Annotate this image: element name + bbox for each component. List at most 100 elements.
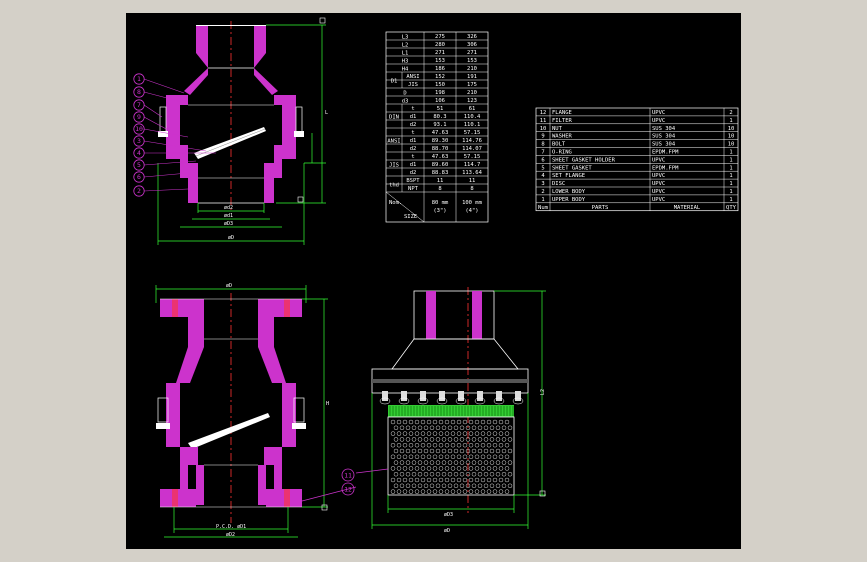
parts-cell: 7: [541, 150, 544, 156]
dim-table-subparam: BSPT: [406, 178, 420, 184]
dim-table-subparam: t: [411, 106, 414, 112]
parts-cell: 1: [729, 189, 732, 195]
parts-cell: UPVC: [652, 173, 665, 179]
dim-table-value: 57.15: [464, 154, 481, 160]
parts-cell: 1: [729, 150, 732, 156]
parts-cell: UPVC: [652, 181, 665, 187]
dim-table-subparam: t: [411, 130, 414, 136]
dim-table-size-header: (3"): [433, 208, 446, 214]
dim-table-value: 47.63: [432, 154, 449, 160]
parts-cell: 1: [729, 165, 732, 171]
parts-cell: 1: [729, 118, 732, 124]
dim-table-value: 153: [435, 58, 445, 64]
dim-table-value: 51: [437, 106, 444, 112]
dim-table-value: 89.30: [432, 138, 449, 144]
dim-table-value: 88.70: [432, 146, 449, 152]
filter-perforations: [390, 419, 513, 494]
dim-table-value: 152: [435, 74, 445, 80]
bolt-icon: [458, 391, 464, 401]
callout-label: 4: [137, 149, 141, 157]
dim-table-value: 88.83: [432, 170, 449, 176]
dim-table-param: DIN: [389, 114, 399, 120]
bolt-icon: [382, 391, 388, 401]
parts-cell: 8: [541, 142, 544, 148]
dim-table-value: 198: [435, 90, 445, 96]
dim-table-value: 306: [467, 42, 477, 48]
callout-label: 7: [137, 101, 141, 109]
bolt-icon: [401, 391, 407, 401]
dim-d2-label: ød2: [224, 205, 233, 211]
callout-label: 5: [137, 161, 141, 169]
dim-table-value: 8: [470, 186, 473, 192]
callout-label: 8: [137, 88, 141, 96]
dim-table-param: D1: [391, 78, 398, 84]
dim-table-size-header: (4"): [465, 208, 478, 214]
dim-table-size: SIZE: [404, 214, 417, 220]
dim-top-d-label: øD: [226, 283, 232, 289]
dim-table-subparam: t: [411, 154, 414, 160]
callout-label: 12: [344, 485, 352, 493]
parts-cell: UPPER BODY: [552, 197, 586, 203]
dim-table-size-header: 80 mm: [432, 200, 449, 206]
dim-l2-label: L2: [540, 389, 546, 395]
dim-table-param: thd: [389, 182, 399, 188]
dim-table-subparam: d1: [410, 114, 417, 120]
dim-table-value: 280: [435, 42, 445, 48]
dim-table-value: 11: [469, 178, 476, 184]
dim-table-subparam: d2: [410, 122, 417, 128]
dim-table-value: 110.1: [464, 122, 481, 128]
dim-table-param: L2: [402, 42, 409, 48]
dim-table-param: d3: [402, 98, 409, 104]
dim-table-subparam: NPT: [408, 186, 419, 192]
dim-table-value: 114.7: [464, 162, 481, 168]
parts-cell: 4: [541, 173, 545, 179]
callout-label: 9: [137, 113, 141, 121]
parts-cell: 1: [541, 197, 544, 203]
parts-cell: SHEET GASKET HOLDER: [552, 157, 616, 163]
dim-table-value: 271: [435, 50, 445, 56]
dim-d-filter-label: øD: [444, 528, 450, 534]
dim-table-param: L3: [402, 34, 409, 40]
parts-list-table: 12 FLANGE UPVC 211 FILTER UPVC 110 NUT SUS 304 10…: [535, 107, 739, 212]
dim-table-subparam: ANSI: [406, 74, 419, 80]
dim-table-value: 114.07: [462, 146, 482, 152]
parts-cell: 1: [729, 173, 732, 179]
parts-cell: EPDM.FPM: [652, 150, 679, 156]
dim-table-value: 186: [435, 66, 445, 72]
parts-cell: FILTER: [552, 118, 573, 124]
parts-cell: EPDM.FPM: [652, 165, 679, 171]
dim-table-value: 93.1: [433, 122, 446, 128]
parts-footer-cell: QTY: [726, 205, 737, 211]
dim-table-subparam: d1: [410, 162, 417, 168]
callout-label: 2: [137, 187, 141, 195]
parts-cell: 10: [540, 126, 547, 132]
bolt-icon: [420, 391, 426, 401]
dim-table-param: JIS: [389, 162, 399, 168]
bolt-icon: [477, 391, 483, 401]
dim-table-value: 210: [467, 90, 477, 96]
parts-cell: NUT: [552, 126, 563, 132]
bolt-icon: [496, 391, 502, 401]
parts-cell: 1: [729, 181, 732, 187]
bolt-icon: [515, 391, 521, 401]
parts-cell: SHEET GASKET: [552, 165, 592, 171]
dim-table-value: 89.60: [432, 162, 449, 168]
dim-table-value: 11: [437, 178, 444, 184]
cad-drawing: ød2 ød1 øD3 øD L 18791034562 L3 275 326L2 2…: [133, 17, 739, 538]
parts-cell: SUS 304: [652, 126, 676, 132]
parts-cell: 1: [729, 197, 732, 203]
parts-cell: 10: [728, 126, 735, 132]
dim-table-value: 123: [467, 98, 477, 104]
parts-cell: 2: [541, 189, 544, 195]
dim-table-value: 114.76: [462, 138, 482, 144]
threaded-valve-section: ød2 ød1 øD3 øD L 1 8 7 9 10 3 4 5 6 2: [133, 17, 328, 245]
callout-label: 3: [137, 137, 141, 145]
dim-table-value: 150: [435, 82, 445, 88]
dim-d1-label: ød1: [224, 213, 233, 219]
callout-label: 10: [135, 125, 143, 133]
parts-cell: UPVC: [652, 189, 665, 195]
dim-d-label: øD: [228, 235, 234, 241]
parts-cell: SUS 304: [652, 142, 676, 148]
dim-table-subparam: JIS: [408, 82, 418, 88]
dim-table-value: 47.63: [432, 130, 449, 136]
